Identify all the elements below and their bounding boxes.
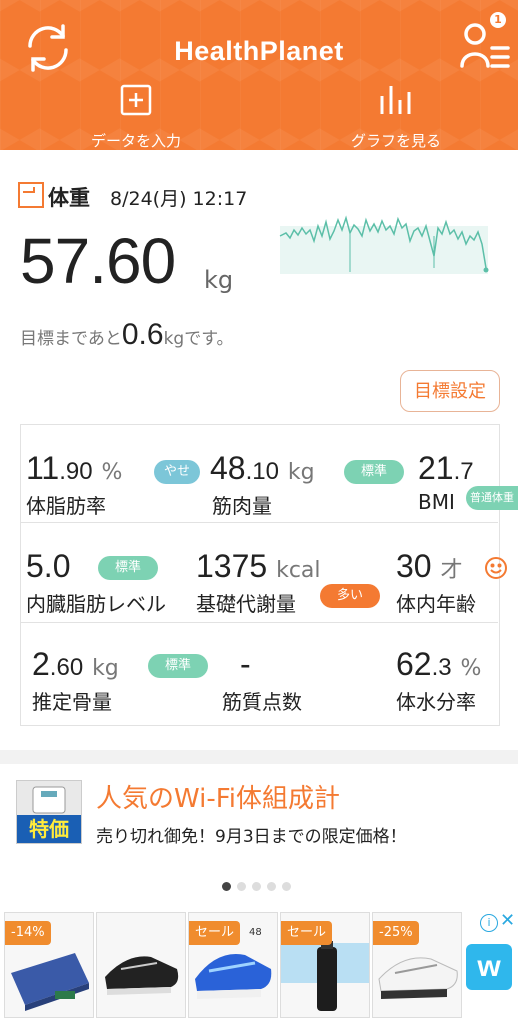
view-graph-button[interactable]: グラフを見る xyxy=(326,84,466,150)
body-water-value[interactable]: 62.3 % xyxy=(396,646,481,683)
carousel-dot[interactable] xyxy=(267,882,276,891)
basal-metabolism-status-badge: 多い xyxy=(320,584,380,608)
visceral-fat-value[interactable]: 5.0 xyxy=(26,548,70,585)
size-label: 48 xyxy=(249,927,262,938)
data-input-button[interactable]: データを入力 xyxy=(66,84,206,150)
weight-value: 57.60 xyxy=(20,225,176,297)
scale-icon xyxy=(18,182,44,208)
ad-item-shoes-blue[interactable]: セール 48 xyxy=(188,912,278,1018)
bmi-label: BMI xyxy=(418,490,455,514)
data-input-label: データを入力 xyxy=(90,132,181,150)
body-age-label: 体内年齢 xyxy=(396,592,476,616)
body-fat-value[interactable]: 11.90 % xyxy=(26,450,122,487)
goal-prefix: 目標まであと xyxy=(20,329,122,349)
bone-mass-value[interactable]: 2.60 kg xyxy=(32,646,119,683)
muscle-mass-label: 筋肉量 xyxy=(212,494,272,518)
muscle-quality-value[interactable]: - xyxy=(240,646,251,683)
ad-item-bottle[interactable]: セール xyxy=(280,912,370,1018)
goal-setting-button[interactable]: 目標設定 xyxy=(400,370,500,412)
sale-tag: セール xyxy=(281,921,333,945)
ad-info-icon[interactable]: i xyxy=(480,914,498,932)
scale-icon xyxy=(32,786,66,814)
weight-trend-sparkline[interactable] xyxy=(278,206,490,276)
carousel-dot[interactable] xyxy=(222,882,231,891)
basal-metabolism-value[interactable]: 1375 kcal xyxy=(196,548,321,585)
carousel-pagination[interactable] xyxy=(222,876,297,895)
sale-label: 特価 xyxy=(17,815,81,843)
banner-subtitle: 売り切れ御免！9月3日までの限定価格！ xyxy=(96,827,407,847)
bone-mass-label: 推定骨量 xyxy=(32,690,112,714)
muscle-mass-status-badge: 標準 xyxy=(344,460,404,484)
goal-suffix: kgです。 xyxy=(163,329,234,349)
body-fat-label: 体脂肪率 xyxy=(26,494,106,518)
ad-item-shoes-black[interactable] xyxy=(96,912,186,1018)
sale-tag: セール xyxy=(189,921,241,945)
visceral-fat-label: 内臓脂肪レベル xyxy=(26,592,166,616)
goal-remaining-value: 0.6 xyxy=(121,318,164,351)
ad-item-shoes-white[interactable]: -25% xyxy=(372,912,462,1018)
carousel-dot[interactable] xyxy=(252,882,261,891)
scale-product-image[interactable]: 特価 xyxy=(16,780,82,844)
goal-remaining-text: 目標まであと0.6kgです。 xyxy=(20,318,234,352)
wish-logo[interactable]: w xyxy=(466,944,512,990)
bmi-status-badge: 普通体重 xyxy=(466,486,518,510)
banner-title[interactable]: 人気のWi-Fi体組成計 xyxy=(96,778,340,815)
app-title: HealthPlanet xyxy=(174,36,344,66)
plus-box-icon xyxy=(120,84,152,116)
discount-tag: -25% xyxy=(373,921,419,945)
muscle-mass-value[interactable]: 48.10 kg xyxy=(210,450,315,487)
bone-mass-status-badge: 標準 xyxy=(148,654,208,678)
carousel-dot[interactable] xyxy=(237,882,246,891)
weight-unit: kg xyxy=(204,266,234,294)
notification-badge: 1 xyxy=(490,12,506,28)
body-water-label: 体水分率 xyxy=(396,690,476,714)
smiley-face-icon xyxy=(484,556,508,584)
ad-item-air-mattress[interactable]: -14% xyxy=(4,912,94,1018)
bar-graph-icon xyxy=(380,86,411,114)
weight-label: 体重 xyxy=(48,186,90,210)
ad-close-icon[interactable]: ✕ xyxy=(500,910,515,931)
bmi-value[interactable]: 21.7 xyxy=(418,450,474,487)
metrics-divider xyxy=(20,622,498,623)
basal-metabolism-label: 基礎代謝量 xyxy=(196,592,296,616)
visceral-fat-status-badge: 標準 xyxy=(98,556,158,580)
body-age-value[interactable]: 30 才 xyxy=(396,548,463,585)
muscle-quality-label: 筋質点数 xyxy=(222,690,302,714)
shoe-image xyxy=(105,956,179,995)
discount-tag: -14% xyxy=(5,921,51,945)
measurement-datetime: 8/24(月) 12:17 xyxy=(110,188,248,210)
carousel-dot[interactable] xyxy=(282,882,291,891)
metrics-divider xyxy=(20,522,498,523)
body-fat-status-badge: やせ xyxy=(154,460,200,484)
view-graph-label: グラフを見る xyxy=(350,132,441,150)
